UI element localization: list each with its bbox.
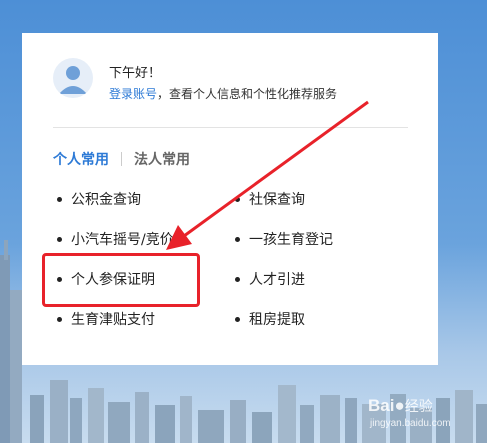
login-hint-text: ，查看个人信息和个性化推荐服务 [157,87,338,101]
service-rent-withdrawal[interactable]: 租房提取 [231,309,305,329]
section-divider [53,127,408,128]
service-housing-fund-query[interactable]: 公积金查询 [53,189,141,209]
user-avatar-icon[interactable] [53,58,93,98]
service-talent-introduction[interactable]: 人才引进 [231,269,305,289]
tab-personal[interactable]: 个人常用 [53,149,109,169]
user-panel-card: 下午好！ 登录账号，查看个人信息和个性化推荐服务 个人常用 法人常用 公积金查询 … [22,33,438,365]
tab-corporate[interactable]: 法人常用 [134,149,190,169]
annotation-highlight-box [42,253,200,307]
login-prompt: 登录账号，查看个人信息和个性化推荐服务 [109,85,337,102]
service-tabs: 个人常用 法人常用 [53,149,190,169]
service-car-lottery[interactable]: 小汽车摇号/竞价 [53,229,174,249]
greeting-text: 下午好！ [109,66,162,81]
service-maternity-allowance[interactable]: 生育津贴支付 [53,309,155,329]
tab-separator [121,152,122,166]
service-first-child-registration[interactable]: 一孩生育登记 [231,229,333,249]
watermark-logo: Bai●经验 [368,396,433,415]
watermark-url: jingyan.baidu.com [370,418,451,429]
service-social-security-query[interactable]: 社保查询 [231,189,305,209]
login-link[interactable]: 登录账号 [109,87,157,101]
